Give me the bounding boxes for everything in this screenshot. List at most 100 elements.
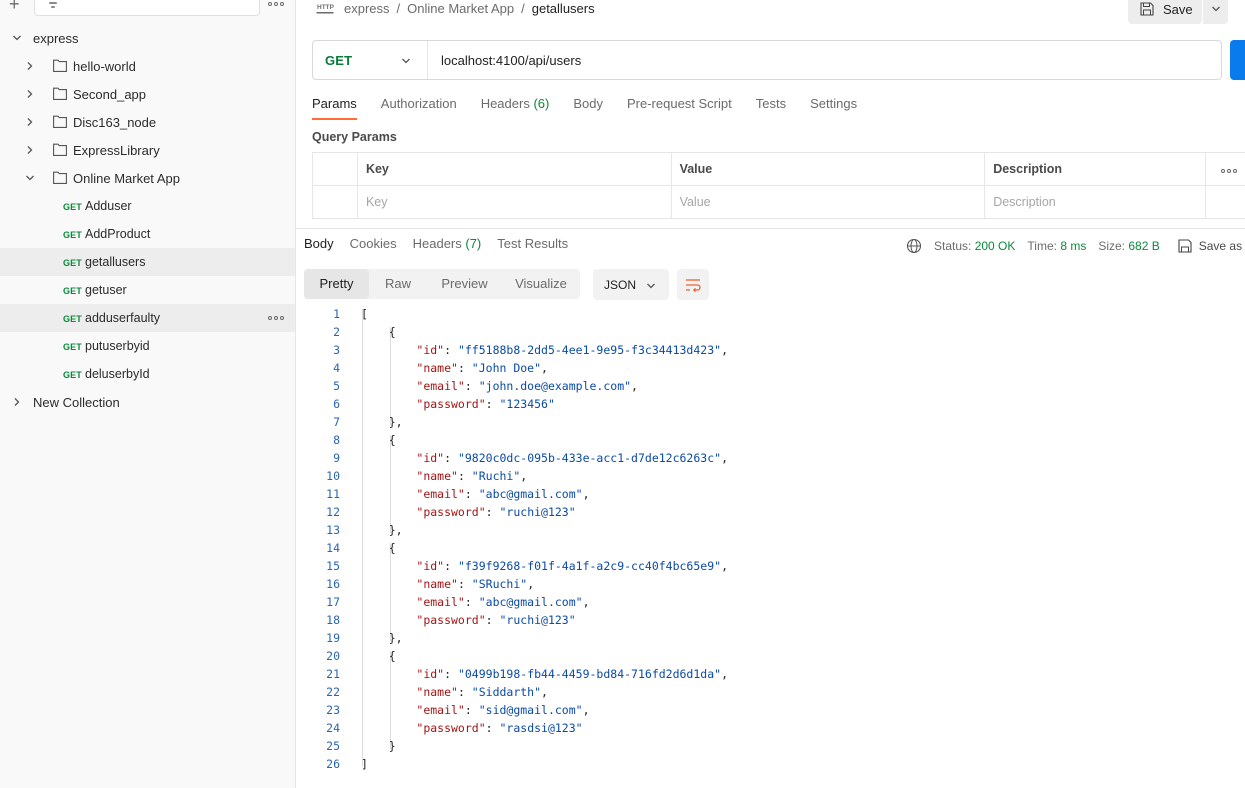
view-pretty[interactable]: Pretty	[304, 269, 369, 299]
request-item-getallusers[interactable]: GET getallusers	[0, 248, 295, 276]
code-text: {	[361, 433, 396, 447]
method-value: GET	[325, 53, 353, 68]
wrap-lines-button[interactable]	[677, 269, 709, 300]
line-number: 23	[326, 703, 340, 717]
breadcrumb-folder[interactable]: Online Market App	[407, 1, 514, 16]
folder-online-market-app[interactable]: Online Market App	[0, 164, 295, 192]
request-item-adduserfaulty[interactable]: GET adduserfaulty	[0, 304, 295, 332]
folder-second-app[interactable]: Second_app	[0, 80, 295, 108]
tab-tests[interactable]: Tests	[756, 94, 786, 120]
line-number: 24	[326, 721, 340, 735]
code-line: 16 "name": "SRuchi",	[296, 575, 1245, 593]
collection-express[interactable]: express	[0, 24, 295, 52]
save-button[interactable]: Save	[1128, 0, 1202, 24]
code-text: "id": "9820c0dc-095b-433e-acc1-d7de12c62…	[416, 451, 728, 465]
tab-response-headers[interactable]: Headers (7)	[413, 236, 482, 256]
method-select[interactable]: GET	[313, 41, 428, 79]
view-raw[interactable]: Raw	[369, 269, 427, 299]
tab-settings[interactable]: Settings	[810, 94, 857, 120]
filter-input[interactable]	[34, 0, 260, 16]
method-badge: GET	[63, 370, 82, 380]
folder-hello-world[interactable]: hello-world	[0, 52, 295, 80]
time-value: 8 ms	[1060, 239, 1087, 253]
line-number: 6	[333, 397, 340, 411]
bulk-edit-menu[interactable]	[1205, 152, 1245, 186]
line-number: 15	[326, 559, 340, 573]
request-item-getuser[interactable]: GET getuser	[0, 276, 295, 304]
code-text: "id": "f39f9268-f01f-4a1f-a2c9-cc40f4bc6…	[416, 559, 728, 573]
chevron-right-icon	[25, 61, 35, 71]
tab-params[interactable]: Params	[312, 94, 357, 120]
query-params-heading: Query Params	[312, 130, 397, 144]
request-label: getuser	[85, 283, 127, 297]
code-line: 11 "email": "abc@gmail.com",	[296, 485, 1245, 503]
line-number: 19	[326, 631, 340, 645]
more-options-icon[interactable]	[1220, 168, 1237, 174]
tab-headers[interactable]: Headers (6)	[481, 94, 550, 120]
code-line: 1[	[296, 305, 1245, 323]
save-as-button[interactable]: Save as	[1199, 239, 1242, 253]
folder-icon	[53, 143, 67, 156]
status-text[interactable]: Status: 200 OK	[934, 239, 1015, 253]
save-label: Save	[1163, 1, 1193, 17]
row-checkbox-cell	[312, 185, 358, 219]
code-line: 14 {	[296, 539, 1245, 557]
tab-body[interactable]: Body	[573, 94, 603, 120]
line-number: 8	[333, 433, 340, 447]
line-number: 4	[333, 361, 340, 375]
request-item-deluserbyid[interactable]: GET deluserbyId	[0, 360, 295, 388]
sidebar-toolbar: +	[0, 0, 296, 24]
time-text[interactable]: Time: 8 ms	[1027, 239, 1086, 253]
folder-express-library[interactable]: ExpressLibrary	[0, 136, 295, 164]
code-text: "password": "ruchi@123"	[416, 613, 576, 627]
plus-icon[interactable]: +	[9, 0, 25, 13]
folder-disc163-node[interactable]: Disc163_node	[0, 108, 295, 136]
request-label: getallusers	[85, 255, 146, 269]
line-number: 11	[326, 487, 340, 501]
tab-test-results[interactable]: Test Results	[497, 236, 568, 256]
format-select[interactable]: JSON	[593, 269, 669, 300]
view-visualize[interactable]: Visualize	[502, 269, 580, 299]
code-text: },	[361, 523, 403, 537]
folder-label: hello-world	[73, 59, 136, 74]
globe-icon[interactable]	[906, 238, 922, 254]
line-number: 2	[333, 325, 340, 339]
send-button[interactable]	[1230, 40, 1245, 80]
code-line: 4 "name": "John Doe",	[296, 359, 1245, 377]
line-number: 20	[326, 649, 340, 663]
code-text: }	[361, 739, 396, 753]
key-field[interactable]: Key	[356, 185, 672, 219]
code-text: "name": "SRuchi",	[416, 577, 535, 591]
description-field[interactable]: Description	[984, 185, 1206, 219]
breadcrumb-separator: /	[521, 0, 525, 16]
code-text: "password": "rasdsi@123"	[416, 721, 583, 735]
view-preview[interactable]: Preview	[427, 269, 502, 299]
request-item-adduser[interactable]: GET Adduser	[0, 192, 295, 220]
folder-label: Second_app	[73, 87, 147, 102]
more-options-icon[interactable]	[268, 1, 284, 7]
code-text: "name": "John Doe",	[416, 361, 548, 375]
breadcrumb: HTTP express / Online Market App / getal…	[316, 0, 595, 16]
url-input[interactable]: localhost:4100/api/users	[441, 53, 581, 68]
line-number: 5	[333, 379, 340, 393]
collection-new[interactable]: New Collection	[0, 388, 295, 416]
code-text: },	[361, 415, 403, 429]
save-dropdown-button[interactable]	[1202, 0, 1228, 24]
tab-authorization[interactable]: Authorization	[381, 94, 457, 120]
response-meta: Status: 200 OK Time: 8 ms Size: 682 B Sa…	[906, 236, 1242, 256]
breadcrumb-request[interactable]: getallusers	[532, 1, 595, 16]
value-field[interactable]: Value	[670, 185, 986, 219]
request-item-addproduct[interactable]: GET AddProduct	[0, 220, 295, 248]
folder-label: Disc163_node	[73, 115, 157, 130]
tab-response-body[interactable]: Body	[304, 236, 334, 256]
code-text: "name": "Ruchi",	[416, 469, 528, 483]
breadcrumb-collection[interactable]: express	[344, 1, 390, 16]
tab-cookies[interactable]: Cookies	[350, 236, 397, 256]
request-item-putuserbyid[interactable]: GET putuserbyid	[0, 332, 295, 360]
line-number: 3	[333, 343, 340, 357]
code-line: 26]	[296, 755, 1245, 773]
size-text[interactable]: Size: 682 B	[1098, 239, 1159, 253]
request-more-icon[interactable]	[268, 315, 284, 321]
code-text: "email": "abc@gmail.com",	[416, 487, 590, 501]
tab-pre-request-script[interactable]: Pre-request Script	[627, 94, 732, 120]
